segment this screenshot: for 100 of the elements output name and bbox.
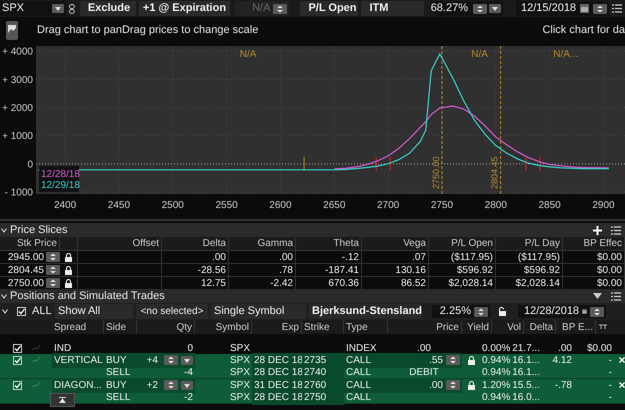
checkbox[interactable] bbox=[13, 380, 22, 390]
hint-text: Click chart for da bbox=[542, 22, 625, 38]
zone-label: N/A bbox=[240, 49, 256, 60]
table-cell: BUY bbox=[104, 352, 137, 368]
price-field[interactable]: .00 bbox=[388, 378, 462, 392]
mode-dropdown[interactable]: Single Symbol bbox=[211, 304, 306, 319]
section-title: Positions and Simulated Trades bbox=[10, 288, 165, 304]
lock-icon[interactable] bbox=[468, 380, 474, 390]
chevron-icon[interactable] bbox=[1, 294, 7, 298]
table-cell-text: IND bbox=[53, 342, 72, 356]
spinner-icon[interactable] bbox=[590, 306, 604, 316]
spinner-icon[interactable] bbox=[473, 4, 487, 14]
caret-icon[interactable] bbox=[52, 4, 64, 13]
checkbox[interactable] bbox=[13, 356, 22, 364]
price-line[interactable] bbox=[500, 46, 502, 194]
table-cell-text: 0.94% bbox=[481, 354, 510, 368]
table-cell-text: 16.1... bbox=[511, 354, 541, 368]
unlock-icon[interactable] bbox=[498, 307, 506, 316]
menu-icon[interactable] bbox=[612, 4, 622, 13]
rate-field[interactable]: 2.25% bbox=[432, 305, 490, 318]
all-label: ALL bbox=[32, 304, 52, 320]
table-cell-text: SPX bbox=[228, 390, 251, 404]
chevron-icon[interactable] bbox=[2, 309, 8, 314]
moneyness-button[interactable]: ITM bbox=[361, 1, 424, 16]
table-cell-text: 16.0... bbox=[511, 390, 541, 404]
collapse-icon bbox=[59, 396, 66, 404]
table-cell-text: 0.94% bbox=[481, 366, 510, 380]
chevron-icon[interactable] bbox=[1, 228, 7, 232]
price-line-label: 2750.00 bbox=[430, 156, 441, 189]
pl-mode-button[interactable]: P/L Open bbox=[300, 1, 358, 16]
settings-icon[interactable] bbox=[599, 324, 607, 330]
spinner-icon[interactable] bbox=[593, 4, 607, 14]
table-cell-text: 2804.45 bbox=[6, 264, 45, 276]
dropdown-icon[interactable] bbox=[593, 293, 602, 299]
table-cell-text: CALL bbox=[345, 366, 372, 380]
x-axis-label: 2450 bbox=[108, 200, 130, 209]
quantity-field[interactable]: +2 bbox=[137, 378, 195, 392]
show-dropdown[interactable]: Show All bbox=[55, 304, 133, 319]
section-title: Price Slices bbox=[10, 222, 68, 238]
price-line-label: 2804.45 bbox=[490, 156, 500, 189]
plus-icon[interactable] bbox=[593, 226, 602, 234]
y-axis-label: + 3000 bbox=[2, 74, 33, 86]
spinner-icon[interactable] bbox=[46, 278, 60, 288]
spinner-icon[interactable] bbox=[273, 4, 288, 14]
table-cell-text: -2 bbox=[183, 390, 194, 404]
caret-icon[interactable] bbox=[181, 356, 193, 364]
lock-icon[interactable] bbox=[65, 266, 72, 274]
table-cell: BUY bbox=[104, 378, 137, 392]
chart-icon[interactable] bbox=[6, 20, 18, 40]
lock-icon[interactable] bbox=[468, 356, 474, 364]
scroll-top-button[interactable] bbox=[50, 393, 75, 407]
table-cell-text: - bbox=[608, 390, 613, 404]
table-cell: CALL bbox=[344, 352, 388, 368]
table-cell: VERTICAL bbox=[52, 352, 104, 368]
table-cell-text: 16.1... bbox=[511, 366, 541, 380]
exclude-button[interactable]: Exclude bbox=[80, 1, 136, 16]
x-axis-label: 2700 bbox=[376, 200, 400, 209]
menu-icon[interactable] bbox=[611, 226, 621, 234]
table-cell-text: CALL bbox=[345, 390, 372, 404]
date-field[interactable]: 12/28/2018 bbox=[518, 305, 606, 318]
spinner-icon[interactable] bbox=[474, 306, 488, 316]
checkbox[interactable] bbox=[13, 344, 22, 352]
price-line[interactable] bbox=[441, 46, 442, 194]
checkbox[interactable] bbox=[17, 307, 26, 316]
y-axis-label: + 2000 bbox=[2, 102, 33, 114]
caret-icon[interactable] bbox=[489, 4, 501, 13]
sparkline-icon bbox=[32, 382, 40, 388]
hint-text: Drag chart to panDrag prices to change scale bbox=[37, 22, 258, 38]
close-icon[interactable] bbox=[619, 357, 625, 363]
y-axis-label: + 4000 bbox=[2, 46, 33, 58]
price-field[interactable]: .55 bbox=[388, 352, 462, 368]
y-axis-label: + 1000 bbox=[2, 131, 33, 142]
spinner-icon[interactable] bbox=[46, 265, 60, 275]
close-icon[interactable] bbox=[619, 382, 625, 388]
table-cell-text: 21.7... bbox=[511, 342, 541, 356]
x-axis-label: 2900 bbox=[592, 200, 615, 209]
legend-label: 12/28/18 bbox=[41, 169, 80, 180]
selection-dropdown[interactable]: <no selected> bbox=[136, 304, 208, 319]
model-dropdown[interactable]: Bjerksund-Stensland bbox=[309, 304, 421, 319]
symbol-dropdown[interactable]: SPX bbox=[0, 1, 66, 16]
lock-icon[interactable] bbox=[65, 278, 72, 288]
table-cell-text: -.78 bbox=[554, 378, 573, 392]
table-cell-text: 15.5... bbox=[511, 378, 541, 392]
table-cell: CALL bbox=[344, 378, 388, 392]
table-cell-text: SPX bbox=[228, 378, 251, 392]
table-cell-text: 4.12 bbox=[552, 354, 573, 368]
quantity-field[interactable]: +4 bbox=[137, 352, 195, 368]
spinner-icon[interactable] bbox=[46, 252, 60, 262]
calendar-icon[interactable] bbox=[582, 307, 587, 316]
step-button[interactable]: +1 @ Expiration bbox=[138, 1, 230, 16]
menu-icon[interactable] bbox=[611, 292, 621, 300]
plot-area[interactable] bbox=[36, 46, 625, 194]
y-axis-label: 0 bbox=[27, 159, 33, 170]
table-cell: DIAGON... bbox=[52, 378, 104, 392]
x-axis-label: 2500 bbox=[162, 200, 184, 209]
lock-icon[interactable] bbox=[65, 252, 72, 262]
caret-icon[interactable] bbox=[181, 380, 193, 390]
table-cell-text: INDEX bbox=[345, 342, 378, 356]
table-cell-text: 2750.00 bbox=[6, 277, 45, 289]
date-field[interactable]: 12/15/2018 bbox=[516, 1, 609, 16]
